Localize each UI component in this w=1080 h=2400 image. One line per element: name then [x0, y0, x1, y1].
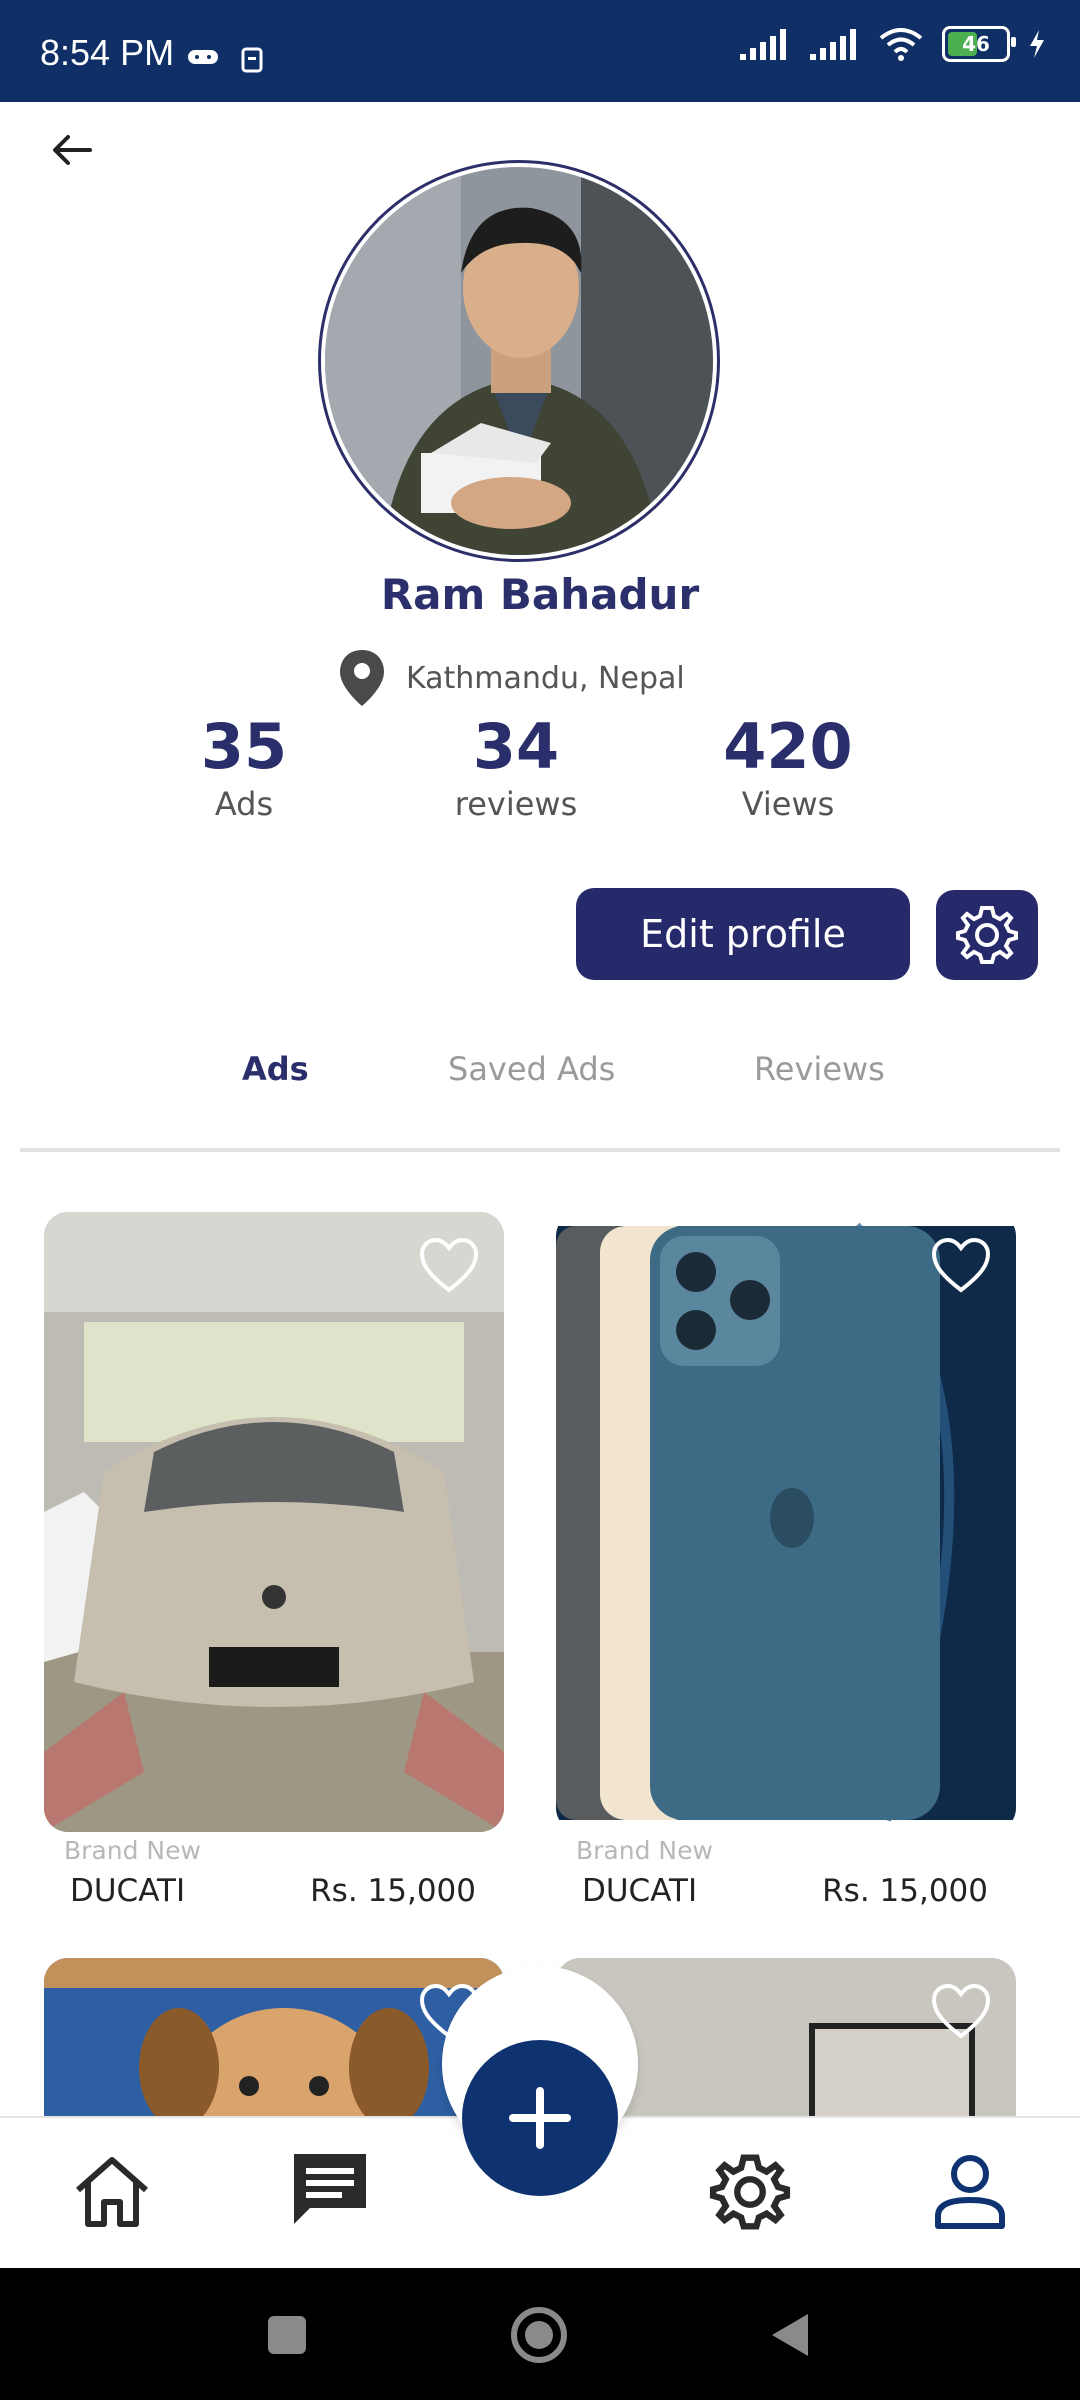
circle-icon — [511, 2307, 567, 2363]
back-button[interactable] — [44, 120, 114, 180]
ad-card[interactable] — [44, 1958, 504, 2128]
arrow-left-icon — [53, 135, 92, 165]
stat-value: 35 — [200, 710, 288, 783]
avatar — [318, 160, 720, 562]
ad-title: DUCATI — [582, 1873, 698, 1909]
game-icon — [186, 46, 220, 72]
gear-icon — [709, 2154, 791, 2230]
signal-icon — [810, 29, 856, 60]
wifi-icon — [879, 28, 923, 61]
ad-image — [44, 1212, 504, 1832]
ad-card[interactable]: Brand New DUCATI Rs. 15,000 — [44, 1212, 504, 1909]
nav-home[interactable] — [70, 2150, 154, 2234]
edit-profile-button[interactable]: Edit profile — [576, 888, 910, 980]
stat-label: Views — [741, 785, 835, 823]
ad-image — [556, 1212, 1016, 1832]
profile-name: Ram Bahadur — [380, 570, 700, 619]
nav-settings[interactable] — [708, 2150, 792, 2234]
home-system-button[interactable] — [510, 2306, 568, 2368]
gear-icon — [956, 906, 1018, 964]
ad-condition: Brand New — [64, 1836, 201, 1865]
stat-value: 420 — [723, 710, 853, 783]
stat-label: Ads — [214, 785, 274, 823]
ad-card[interactable]: Brand New DUCATI Rs. 15,000 — [556, 1212, 1016, 1909]
location-text: Kathmandu, Nepal — [406, 660, 685, 696]
plus-icon — [509, 2087, 571, 2149]
stat-views[interactable]: 420 Views — [668, 710, 908, 823]
triangle-back-icon — [772, 2314, 808, 2356]
system-navigation-bar — [0, 2268, 1080, 2400]
status-time: 8:54 PM — [40, 32, 175, 73]
ad-price: Rs. 15,000 — [310, 1873, 476, 1909]
ad-title: DUCATI — [70, 1873, 186, 1909]
tabs-divider — [20, 1148, 1060, 1152]
status-bar: 8:54 PM 46 — [0, 0, 1080, 102]
tab-ads[interactable]: Ads — [242, 1050, 309, 1088]
chat-icon — [294, 2154, 366, 2224]
square-icon — [268, 2316, 306, 2354]
battery-icon: 46 — [942, 26, 1016, 62]
tab-saved-ads[interactable]: Saved Ads — [448, 1050, 615, 1088]
status-icons: 46 — [738, 26, 1046, 62]
nav-messages[interactable] — [288, 2148, 372, 2232]
recents-button[interactable] — [266, 2314, 308, 2360]
stat-label: reviews — [454, 785, 578, 823]
ad-price: Rs. 15,000 — [822, 1873, 988, 1909]
stat-ads[interactable]: 35 Ads — [124, 710, 364, 823]
profile-settings-button[interactable] — [936, 890, 1038, 980]
person-icon — [935, 2155, 1005, 2229]
heart-icon[interactable] — [418, 1236, 480, 1294]
heart-icon[interactable] — [930, 1982, 992, 2040]
location-pin-icon — [340, 650, 384, 706]
add-ad-button[interactable] — [462, 2040, 618, 2196]
profile-tabs: Ads Saved Ads Reviews — [0, 1050, 1080, 1102]
tab-reviews[interactable]: Reviews — [754, 1050, 885, 1088]
nav-profile[interactable] — [928, 2150, 1012, 2234]
profile-location: Kathmandu, Nepal — [336, 648, 685, 708]
ad-condition: Brand New — [576, 1836, 713, 1865]
charging-icon — [1030, 30, 1044, 58]
stat-value: 34 — [472, 710, 560, 783]
stat-reviews[interactable]: 34 reviews — [396, 710, 636, 823]
back-system-button[interactable] — [768, 2310, 812, 2364]
home-icon — [76, 2157, 148, 2227]
heart-icon[interactable] — [930, 1236, 992, 1294]
signal-icon — [740, 29, 786, 60]
battery-level: 46 — [962, 32, 990, 56]
notification-icon — [240, 46, 264, 78]
